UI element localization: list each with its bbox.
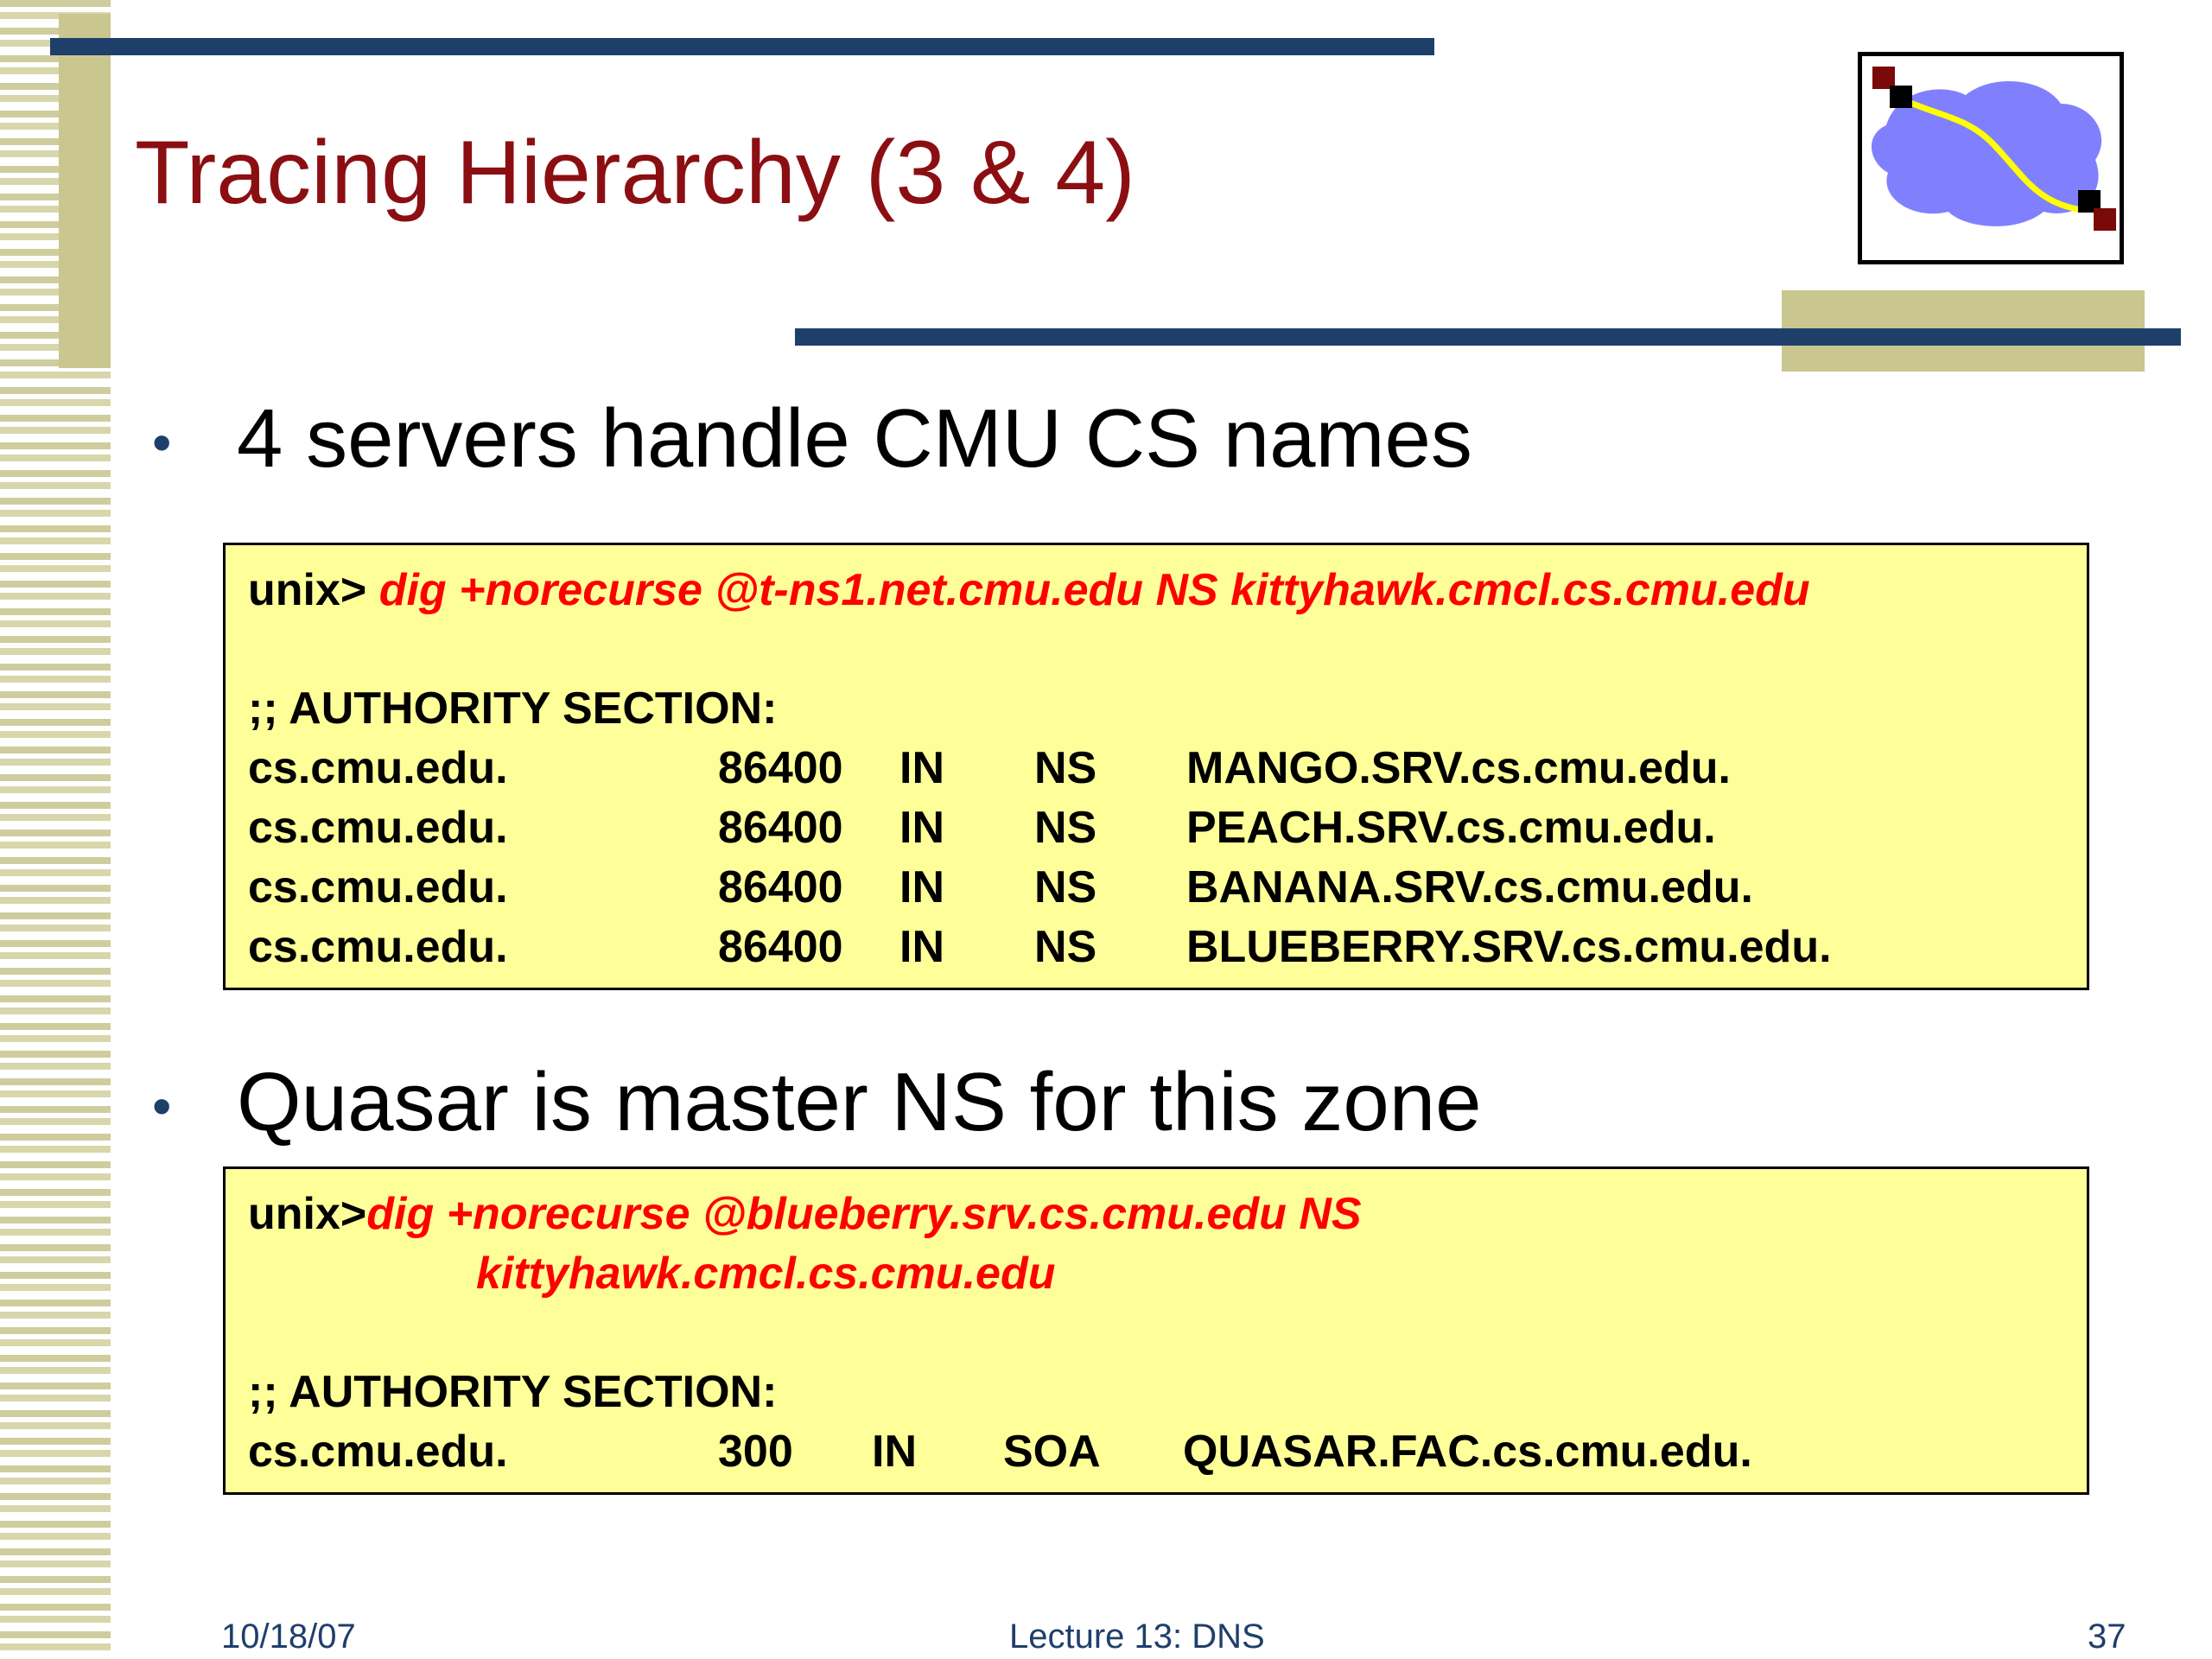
record-ttl: 86400 [718, 803, 843, 853]
dig-output-box-2: unix>dig +norecurse @blueberry.srv.cs.cm… [223, 1166, 2089, 1495]
record-value: BLUEBERRY.SRV.cs.cmu.edu. [1186, 922, 1832, 972]
record-value: PEACH.SRV.cs.cmu.edu. [1186, 803, 1716, 853]
record-name: cs.cmu.edu. [248, 803, 508, 853]
bullet-marker: • [152, 1075, 172, 1137]
bullet-text-servers: 4 servers handle CMU CS names [237, 392, 1472, 485]
authority-section-heading: ;; AUTHORITY SECTION: [248, 1367, 778, 1417]
record-class: IN [899, 803, 944, 853]
dig-command: dig +norecurse @t-ns1.net.cmu.edu NS kit… [378, 565, 1810, 615]
network-path-cloud-icon [1858, 52, 2124, 264]
dig-command: dig +norecurse @blueberry.srv.cs.cmu.edu… [366, 1189, 1362, 1239]
record-type: NS [1034, 862, 1097, 912]
footer-page-number: 37 [2088, 1618, 2126, 1656]
bullet-text-quasar: Quasar is master NS for this zone [237, 1056, 1482, 1148]
shell-prompt: unix> [248, 565, 367, 615]
record-value: MANGO.SRV.cs.cmu.edu. [1186, 743, 1731, 793]
decorative-divider-bar [795, 328, 2181, 346]
dig-output-box-1: unix> dig +norecurse @t-ns1.net.cmu.edu … [223, 543, 2089, 990]
record-ttl: 86400 [718, 862, 843, 912]
bullet-marker: • [152, 411, 172, 474]
record-value: BANANA.SRV.cs.cmu.edu. [1186, 862, 1753, 912]
footer-lecture: Lecture 13: DNS [1009, 1618, 1265, 1656]
command-line: unix>dig +norecurse @blueberry.srv.cs.cm… [248, 1192, 1362, 1236]
record-class: IN [899, 922, 944, 972]
record-name: cs.cmu.edu. [248, 743, 508, 793]
authority-section-heading: ;; AUTHORITY SECTION: [248, 683, 778, 734]
decorative-left-block [59, 14, 111, 368]
record-name: cs.cmu.edu. [248, 922, 508, 972]
record-class: IN [872, 1427, 917, 1477]
command-line: unix> dig +norecurse @t-ns1.net.cmu.edu … [248, 568, 1810, 613]
record-type: NS [1034, 743, 1097, 793]
record-name: cs.cmu.edu. [248, 862, 508, 912]
record-class: IN [899, 862, 944, 912]
record-class: IN [899, 743, 944, 793]
footer-date: 10/18/07 [221, 1618, 356, 1656]
record-type: NS [1034, 803, 1097, 853]
record-ttl: 86400 [718, 922, 843, 972]
shell-prompt: unix> [248, 1189, 367, 1239]
record-type: NS [1034, 922, 1097, 972]
record-value: QUASAR.FAC.cs.cmu.edu. [1183, 1427, 1752, 1477]
dig-command-continuation: kittyhawk.cmcl.cs.cmu.edu [476, 1249, 1056, 1299]
record-name: cs.cmu.edu. [248, 1427, 508, 1477]
record-ttl: 86400 [718, 743, 843, 793]
record-type: SOA [1003, 1427, 1101, 1477]
slide-title: Tracing Hierarchy (3 & 4) [135, 123, 1135, 223]
record-ttl: 300 [718, 1427, 793, 1477]
decorative-top-bar [50, 38, 1434, 55]
